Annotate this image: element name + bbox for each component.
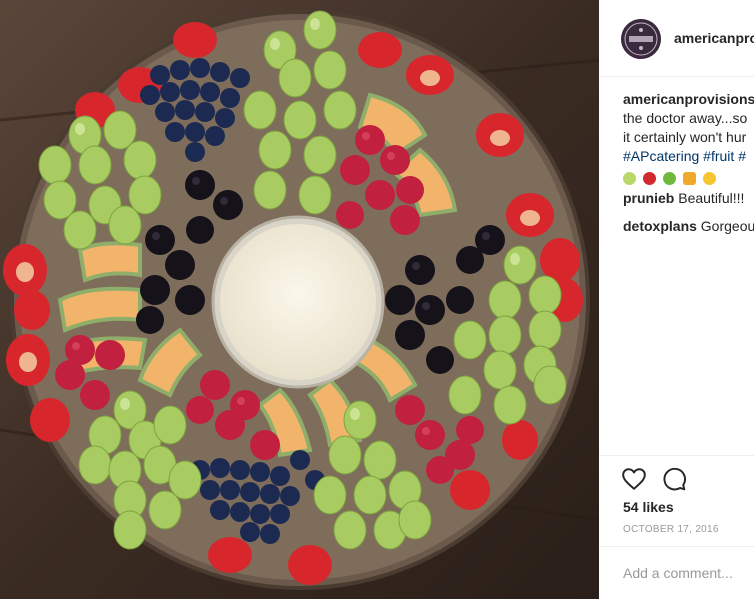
post-caption: americanprovisions the doctor away...so … bbox=[623, 90, 754, 186]
comment-username[interactable]: prunieb bbox=[623, 190, 674, 206]
comment-username[interactable]: detoxplans bbox=[623, 218, 697, 234]
fruit-platter-image bbox=[0, 0, 599, 599]
caption-hashtags: #APcatering #fruit # bbox=[623, 147, 754, 166]
header-username[interactable]: americanprovisions bbox=[674, 30, 754, 46]
avatar[interactable] bbox=[621, 19, 661, 59]
honey-pot-icon bbox=[682, 171, 696, 185]
pear-icon bbox=[623, 171, 636, 185]
likes-count[interactable]: 54 likes bbox=[623, 499, 674, 515]
caption-line-3: it certainly won't hur bbox=[623, 129, 747, 145]
post-sidebar: americanprovisions americanprovisions th… bbox=[599, 0, 754, 599]
american-provisions-logo-icon bbox=[621, 19, 661, 59]
heart-icon[interactable] bbox=[621, 466, 647, 492]
post-actions: 54 likes OCTOBER 17, 2016 bbox=[599, 455, 754, 546]
comment-icon[interactable] bbox=[661, 466, 687, 492]
caption-username[interactable]: americanprovisions bbox=[623, 90, 754, 109]
comment-text: Gorgeou bbox=[700, 218, 754, 234]
smiling-face-icon bbox=[702, 171, 716, 185]
comment-input[interactable] bbox=[621, 561, 754, 585]
hashtag-partial[interactable]: # bbox=[738, 148, 746, 164]
post-header: americanprovisions bbox=[599, 0, 754, 77]
comment-item: prunieb Beautiful!!! bbox=[623, 184, 754, 212]
caption-line-2: the doctor away...so bbox=[623, 110, 748, 126]
hashtag-apcatering[interactable]: #APcatering bbox=[623, 148, 699, 164]
comments-list: prunieb Beautiful!!! detoxplans Gorgeou bbox=[623, 184, 754, 240]
cherries-icon bbox=[642, 171, 656, 185]
post-date: OCTOBER 17, 2016 bbox=[623, 524, 719, 535]
hashtag-fruit[interactable]: #fruit bbox=[703, 148, 734, 164]
comment-item: detoxplans Gorgeou bbox=[623, 212, 754, 240]
apple-icon bbox=[662, 171, 676, 185]
post-photo[interactable] bbox=[0, 0, 599, 599]
comment-text: Beautiful!!! bbox=[678, 190, 745, 206]
add-comment-section bbox=[599, 546, 754, 599]
